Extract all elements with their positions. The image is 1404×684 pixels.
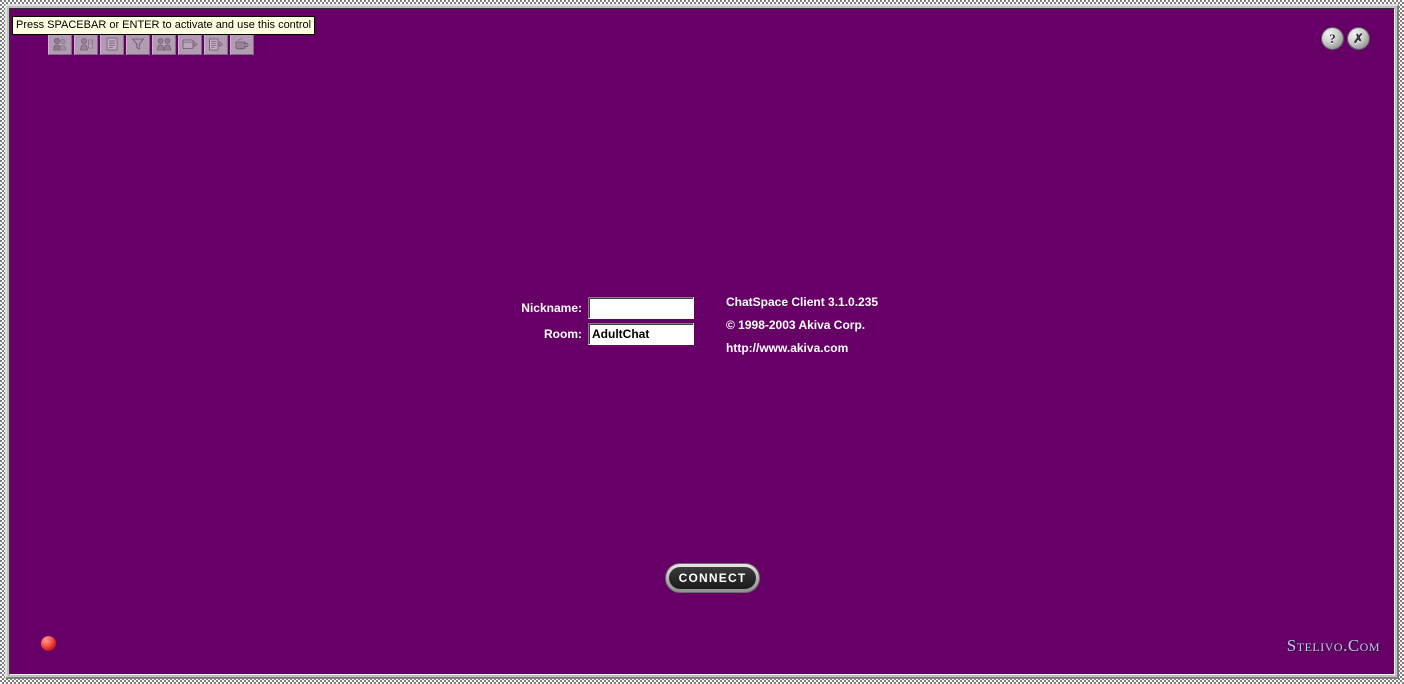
room-label: Room: (544, 327, 582, 341)
preferences-icon (234, 37, 250, 51)
titlebar-buttons: ? ✗ (1321, 27, 1370, 50)
group-icon (156, 37, 172, 51)
version-info: ChatSpace Client 3.1.0.235 © 1998-2003 A… (726, 291, 878, 360)
transcript-icon (208, 38, 224, 51)
nickname-input[interactable] (588, 297, 694, 319)
tooltip: Press SPACEBAR or ENTER to activate and … (12, 16, 316, 35)
nickname-row: Nickname: (514, 297, 694, 319)
user-list-icon (52, 37, 68, 51)
login-form: Nickname: Room: ChatSpace Client 3.1.0.2… (514, 295, 878, 360)
room-row: Room: (514, 323, 694, 345)
help-button[interactable]: ? (1321, 27, 1344, 50)
user-info-icon (78, 37, 94, 51)
toolbar (48, 33, 254, 55)
filter-icon (131, 37, 145, 51)
tools-button[interactable]: ✗ (1347, 27, 1370, 50)
site-watermark: Stelivo.Com (1286, 636, 1380, 655)
application-window: Press SPACEBAR or ENTER to activate and … (5, 4, 1399, 679)
copyright-text: © 1998-2003 Akiva Corp. (726, 318, 866, 332)
connect-button[interactable]: CONNECT (665, 563, 760, 593)
form-fields: Nickname: Room: (514, 297, 694, 345)
window-client-border: Press SPACEBAR or ENTER to activate and … (9, 8, 1395, 675)
toolbar-button-room-list[interactable] (100, 33, 124, 55)
toolbar-button-filter[interactable] (126, 33, 150, 55)
toolbar-button-user-info[interactable] (74, 33, 98, 55)
toolbar-button-preferences[interactable] (230, 33, 254, 55)
toolbar-button-new-window[interactable] (178, 33, 202, 55)
chat-client-canvas: Press SPACEBAR or ENTER to activate and … (10, 9, 1394, 674)
toolbar-button-transcript[interactable] (204, 33, 228, 55)
room-list-icon (105, 37, 119, 51)
website-url-text: http://www.akiva.com (726, 341, 849, 355)
question-mark-icon: ? (1329, 31, 1336, 46)
nickname-label: Nickname: (521, 301, 582, 315)
client-version-text: ChatSpace Client 3.1.0.235 (726, 295, 879, 309)
desktop-background: Press SPACEBAR or ENTER to activate and … (0, 0, 1404, 684)
toolbar-button-user-list[interactable] (48, 33, 72, 55)
toolbar-button-group[interactable] (152, 33, 176, 55)
new-window-icon (182, 38, 198, 51)
connection-status-indicator (41, 636, 56, 651)
close-x-icon: ✗ (1353, 31, 1364, 46)
connect-button-label: CONNECT (669, 567, 756, 589)
room-input[interactable] (588, 323, 694, 345)
